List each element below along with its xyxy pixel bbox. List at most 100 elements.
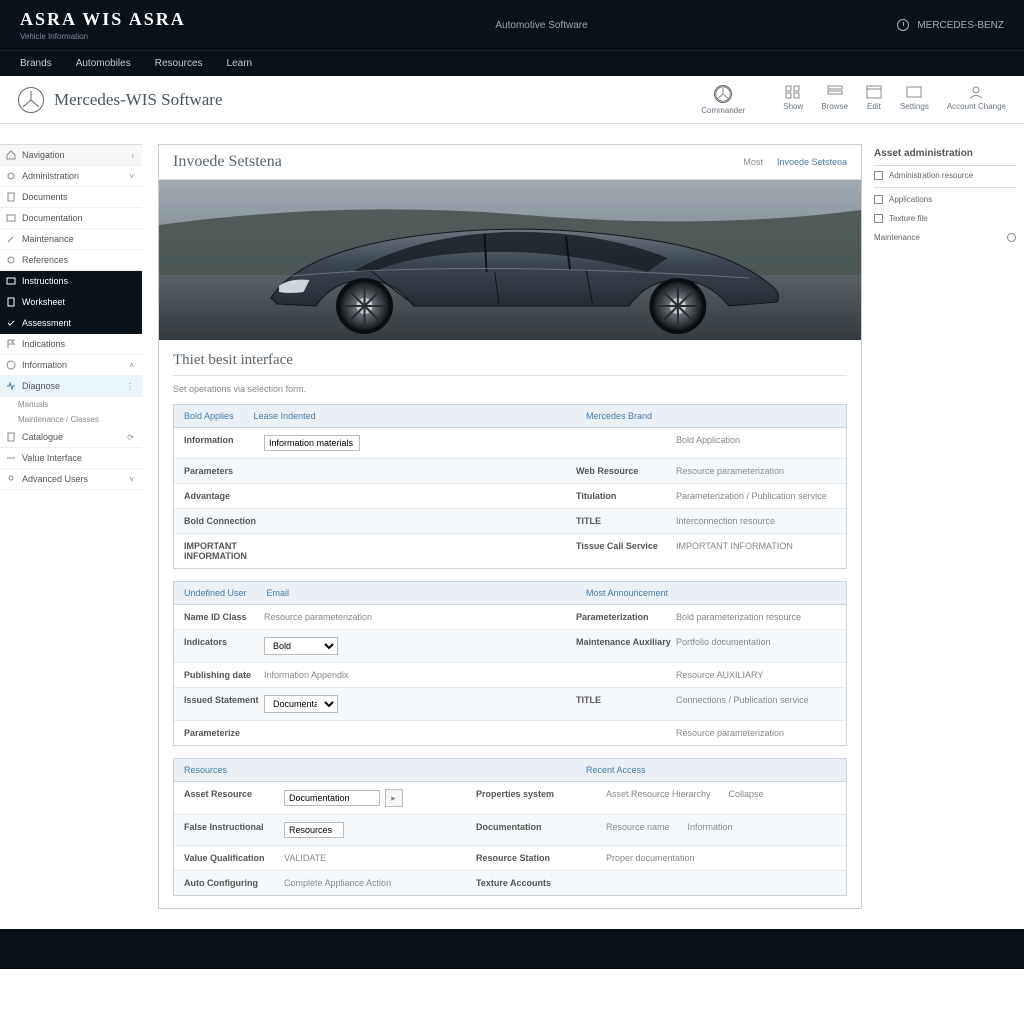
kebab-icon: ⋮ (126, 382, 134, 391)
clock-icon (897, 19, 909, 31)
top-right-label: MERCEDES-BENZ (917, 20, 1004, 31)
sub-header-title: Mercedes-WIS Software (54, 90, 223, 110)
action-account[interactable]: Account Change (947, 85, 1006, 111)
table-row: Auto Configuring Complete Appliance Acti… (174, 871, 846, 895)
col-mercedes-brand: Mercedes Brand (586, 411, 836, 421)
sidebar: Navigation › Administration ˅ Documents … (0, 144, 142, 909)
action-show[interactable]: Show (783, 85, 803, 111)
info-block-3: Resources Recent Access Asset Resource ▸… (173, 758, 847, 896)
sidebar-item-maintenance[interactable]: Maintenance (0, 229, 142, 250)
table-row: Issued Statement Documentation TITLE Con… (174, 688, 846, 721)
col-undefined-user: Undefined User (184, 588, 247, 598)
book-icon (6, 432, 16, 442)
table-row: Parameters Web Resource Resource paramet… (174, 459, 846, 484)
asset-resource-button[interactable]: ▸ (385, 789, 403, 807)
check-icon (6, 318, 16, 328)
sub-header-actions: Commander Show Browse Edit Settings Acco… (701, 85, 1006, 115)
panel-title: Invoede Setstena (173, 153, 282, 171)
main-panel: Invoede Setstena Most Invoede Setstena (158, 144, 862, 909)
card-icon (906, 85, 922, 99)
section-title: Thiet besit interface (159, 340, 861, 375)
refresh-icon: ⟳ (127, 433, 134, 442)
section-description: Set operations via selection form. (159, 376, 861, 404)
sidebar-item-instructions[interactable]: Instructions (0, 271, 142, 292)
sidebar-item-indications[interactable]: Indications (0, 334, 142, 355)
hero-image (159, 180, 861, 340)
action-commander-label: Commander (701, 106, 745, 115)
info-block-3-head: Resources Recent Access (174, 759, 846, 782)
sidebar-item-value-interface[interactable]: Value Interface (0, 448, 142, 469)
footer (0, 929, 1024, 969)
square-icon (874, 214, 883, 223)
indicators-select[interactable]: Bold (264, 637, 338, 655)
table-row: IMPORTANT INFORMATION Tissue Call Servic… (174, 534, 846, 568)
user-icon (968, 85, 984, 99)
rail-title: Asset administration (874, 144, 1016, 166)
sidebar-item-information[interactable]: Information ˄ (0, 355, 142, 376)
square-icon (874, 195, 883, 204)
sidebar-item-navigation[interactable]: Navigation › (0, 144, 142, 166)
sidebar-item-catalogue[interactable]: Catalogue ⟳ (0, 427, 142, 448)
action-browse[interactable]: Browse (821, 85, 848, 111)
sidebar-sub-manuals[interactable]: Manuals (0, 397, 142, 412)
rail-item-maintenance[interactable]: Maintenance (874, 228, 1016, 247)
issued-statement-select[interactable]: Documentation (264, 695, 338, 713)
nav-brands[interactable]: Brands (20, 58, 52, 69)
sidebar-item-worksheet[interactable]: Worksheet (0, 292, 142, 313)
asset-resource-input[interactable] (284, 790, 380, 806)
wrench-icon (6, 234, 16, 244)
sidebar-item-documentation[interactable]: Documentation (0, 208, 142, 229)
table-row: Value Qualification VALIDATE Resource St… (174, 846, 846, 871)
nav-learn[interactable]: Learn (227, 58, 253, 69)
square-icon (874, 171, 883, 180)
grid-icon (785, 85, 801, 99)
action-settings[interactable]: Settings (900, 85, 929, 111)
sidebar-item-advanced-users[interactable]: Advanced Users ˅ (0, 469, 142, 490)
main-nav: Brands Automobiles Resources Learn (0, 50, 1024, 76)
home-icon (6, 150, 16, 160)
panel-actions: Most Invoede Setstena (743, 157, 847, 167)
sidebar-item-assessment[interactable]: Assessment (0, 313, 142, 334)
rail-item-admin-resource[interactable]: Administration resource (874, 166, 1016, 185)
false-instructional-input[interactable] (284, 822, 344, 838)
brand-block: ASRA WIS ASRA Vehicle Information (20, 9, 186, 41)
info-block-2-head: Undefined User Email Most Announcement (174, 582, 846, 605)
circle-icon (1007, 233, 1016, 242)
panel-action-link[interactable]: Invoede Setstena (777, 157, 847, 167)
sidebar-item-diagnose[interactable]: Diagnose ⋮ (0, 376, 142, 397)
action-commander[interactable]: Commander (701, 85, 745, 115)
table-row: Parameterize Resource parameterization (174, 721, 846, 745)
doc-icon (6, 192, 16, 202)
slider-icon (6, 453, 16, 463)
mercedes-logo-icon (18, 87, 44, 113)
chevron-up-icon: ˄ (129, 361, 134, 370)
mercedes-small-icon (714, 85, 732, 103)
table-row: Indicators Bold Maintenance Auxiliary Po… (174, 630, 846, 663)
chevron-down-icon: ˅ (129, 172, 134, 181)
sub-header: Mercedes-WIS Software Commander Show Bro… (0, 76, 1024, 124)
link-icon (6, 255, 16, 265)
right-rail: Asset administration Administration reso… (874, 144, 1024, 909)
list-icon (6, 276, 16, 286)
table-row: Asset Resource ▸ Properties system Asset… (174, 782, 846, 815)
list-icon (827, 85, 843, 99)
information-input[interactable] (264, 435, 360, 451)
sidebar-item-administration[interactable]: Administration ˅ (0, 166, 142, 187)
body: Navigation › Administration ˅ Documents … (0, 124, 1024, 909)
panel-header: Invoede Setstena Most Invoede Setstena (159, 145, 861, 180)
rail-item-texture-file[interactable]: Texture file (874, 209, 1016, 228)
nav-resources[interactable]: Resources (155, 58, 203, 69)
table-row: Publishing date Information Appendix Res… (174, 663, 846, 688)
sidebar-item-references[interactable]: References (0, 250, 142, 271)
table-row: Advantage Titulation Parameterization / … (174, 484, 846, 509)
nav-automobiles[interactable]: Automobiles (76, 58, 131, 69)
brand-subtitle: Vehicle Information (20, 32, 186, 41)
sidebar-sub-maint-classes[interactable]: Maintenance / Classes (0, 412, 142, 427)
card-icon (6, 213, 16, 223)
users-icon (6, 474, 16, 484)
sheet-icon (6, 297, 16, 307)
table-row: Bold Connection TITLE Interconnection re… (174, 509, 846, 534)
sidebar-item-documents[interactable]: Documents (0, 187, 142, 208)
action-edit[interactable]: Edit (866, 85, 882, 111)
rail-item-applications[interactable]: Applications (874, 190, 1016, 209)
